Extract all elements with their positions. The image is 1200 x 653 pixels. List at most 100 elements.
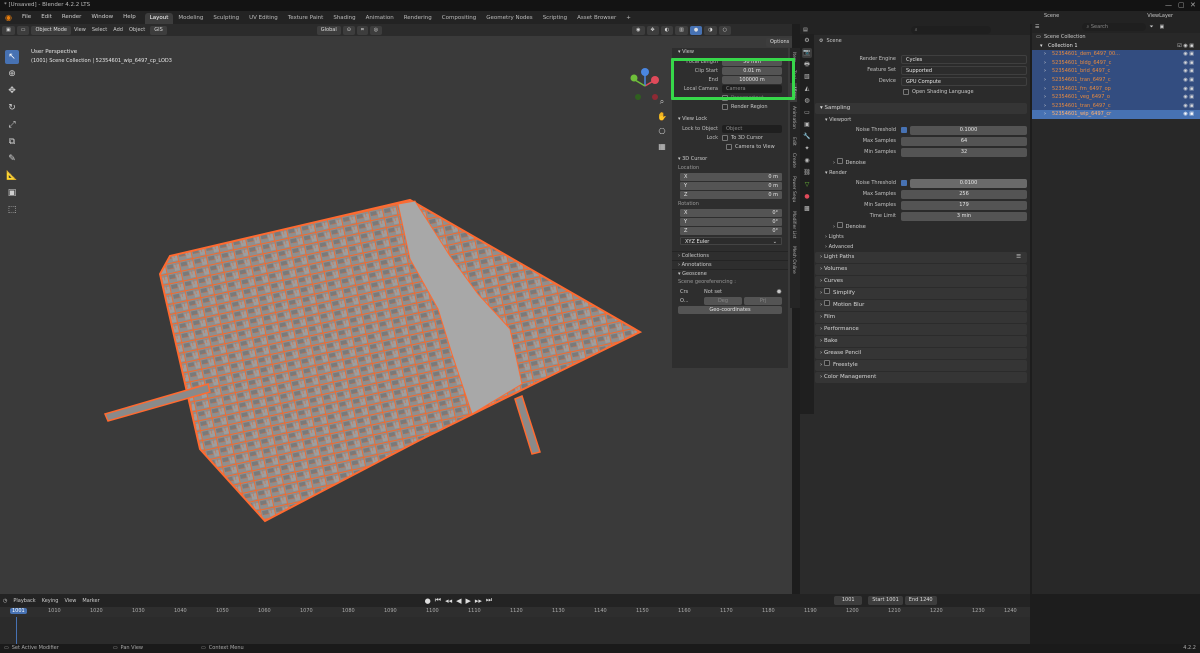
menu-help[interactable]: Help xyxy=(118,11,141,24)
cursor-location-x-field[interactable]: X0 m xyxy=(680,173,782,181)
play-icon[interactable]: ▶ xyxy=(464,597,473,605)
data-tab-icon[interactable]: ▽ xyxy=(802,180,812,190)
add-workspace-button[interactable]: + xyxy=(621,13,636,24)
geoscene-settings-icon[interactable]: ✹ xyxy=(776,288,782,296)
lights-subpanel[interactable]: › Lights xyxy=(815,232,1027,242)
output-tab-icon[interactable]: 🖶 xyxy=(802,60,812,70)
object-tab-icon[interactable]: ▣ xyxy=(802,120,812,130)
curves-panel[interactable]: › Curves xyxy=(815,276,1027,287)
device-dropdown[interactable]: GPU Compute xyxy=(901,76,1027,86)
properties-search-input[interactable]: ⌕ xyxy=(910,25,991,34)
collection-row[interactable]: ▾ Collection 1 ☑ ◉ ▣ xyxy=(1032,42,1200,51)
camera-view-icon[interactable]: ⎔ xyxy=(655,126,669,138)
outliner-search-input[interactable]: ⌕ Search xyxy=(1082,23,1147,31)
physics-tab-icon[interactable]: ◉ xyxy=(802,156,812,166)
cursor-location-z-field[interactable]: Z0 m xyxy=(680,191,782,199)
play-reverse-icon[interactable]: ◀ xyxy=(454,597,463,605)
outliner-object-row[interactable]: › 52354601_tran_6497_c ◉ ▣ xyxy=(1032,101,1200,111)
sampling-panel-header[interactable]: ▾ Sampling xyxy=(815,103,1027,114)
tool-tab-icon[interactable]: ⚙ xyxy=(802,36,812,46)
constraints-tab-icon[interactable]: ⛓ xyxy=(802,168,812,178)
menu-window[interactable]: Window xyxy=(86,11,118,24)
grease-pencil-panel[interactable]: › Grease Pencil xyxy=(815,348,1027,359)
jump-end-icon[interactable]: ⏭ xyxy=(484,596,494,605)
menu-marker[interactable]: Marker xyxy=(79,595,102,607)
menu-playback[interactable]: Playback xyxy=(10,595,38,607)
viewport-subpanel-header[interactable]: ▾ Viewport xyxy=(815,115,1027,125)
feature-set-dropdown[interactable]: Supported xyxy=(901,65,1027,75)
sidebar-tab-edit[interactable]: Edit xyxy=(790,133,797,150)
current-frame-field[interactable]: 1001 xyxy=(834,596,863,605)
sidebar-tab-power-sequ[interactable]: Power Sequ xyxy=(790,172,797,206)
outliner-object-row[interactable]: › 52354601_veg_6497_o ◉ ▣ xyxy=(1032,93,1200,102)
world-tab-icon[interactable]: ◍ xyxy=(802,96,812,106)
viewport-noise-checkbox[interactable] xyxy=(901,127,907,133)
render-tab-icon[interactable]: 📷 xyxy=(802,48,812,58)
pan-hand-icon[interactable]: ✋ xyxy=(655,111,669,123)
ortho-grid-icon[interactable]: ▦ xyxy=(655,141,669,153)
outliner-object-row[interactable]: › 52354601_brid_6497_c ◉ ▣ xyxy=(1032,67,1200,76)
viewlayer-selector[interactable]: ViewLayer xyxy=(1147,13,1173,19)
annotations-header[interactable]: › Annotations xyxy=(672,260,788,269)
outliner-object-row[interactable]: › 52354601_bldg_6497_c ◉ ▣ xyxy=(1032,58,1200,68)
advanced-subpanel[interactable]: › Advanced xyxy=(815,242,1027,252)
camera-to-view-checkbox[interactable] xyxy=(726,143,732,150)
tab-modeling[interactable]: Modeling xyxy=(173,13,208,24)
performance-panel[interactable]: › Performance xyxy=(815,324,1027,335)
tab-layout[interactable]: Layout xyxy=(144,13,174,24)
menu-keying[interactable]: Keying xyxy=(39,595,62,607)
modifier-tab-icon[interactable]: 🔧 xyxy=(802,132,812,142)
tab-scripting[interactable]: Scripting xyxy=(538,13,572,24)
filter-icon[interactable]: ⏷ xyxy=(1146,21,1156,33)
tab-rendering[interactable]: Rendering xyxy=(399,13,437,24)
collections-header[interactable]: › Collections xyxy=(672,251,788,260)
sidebar-tab-animation[interactable]: Animation xyxy=(790,102,797,133)
render-noise-checkbox[interactable] xyxy=(901,180,907,186)
new-collection-icon[interactable]: ▣ xyxy=(1157,21,1168,33)
tab-uv-editing[interactable]: UV Editing xyxy=(244,13,283,24)
outliner-object-row[interactable]: › 52354601_dem_6497_00... ◉ ▣ xyxy=(1032,50,1200,59)
start-frame-field[interactable]: Start 1001 xyxy=(868,596,903,605)
outliner-editor-icon[interactable]: ☰ xyxy=(1032,21,1042,33)
freestyle-panel[interactable]: › Freestyle xyxy=(815,360,1027,371)
view-lock-header[interactable]: ▾ View Lock xyxy=(672,115,788,124)
outliner-active-object-row[interactable]: › 52354601_wip_6497_cr ◉ ▣ xyxy=(1032,110,1200,119)
sidebar-tab-modifier-list[interactable]: Modifier List xyxy=(790,207,797,243)
light-paths-panel[interactable]: › Light Paths ☰ xyxy=(815,252,1027,263)
to-3d-cursor-checkbox[interactable] xyxy=(722,134,728,141)
tab-geometry-nodes[interactable]: Geometry Nodes xyxy=(481,13,537,24)
render-noise-field[interactable]: 0.0100 xyxy=(910,178,1027,188)
prev-keyframe-icon[interactable]: ◂◂ xyxy=(443,597,454,605)
volumes-panel[interactable]: › Volumes xyxy=(815,264,1027,275)
tab-asset-browser[interactable]: Asset Browser xyxy=(572,13,621,24)
geo-coordinates-button[interactable]: Geo-coordinates xyxy=(678,305,782,314)
tab-sculpting[interactable]: Sculpting xyxy=(208,13,244,24)
jump-start-icon[interactable]: ⏮ xyxy=(433,596,443,605)
osl-checkbox[interactable] xyxy=(903,89,909,95)
timeline-editor-icon[interactable]: ◷ xyxy=(0,595,10,607)
timeline-ruler[interactable]: 1001 1010 1020 1030 1040 1050 1060 1070 … xyxy=(0,607,1030,617)
blender-logo-icon[interactable]: ◉ xyxy=(0,11,17,24)
collection-tab-icon[interactable]: ▭ xyxy=(802,108,812,118)
tab-compositing[interactable]: Compositing xyxy=(437,13,481,24)
deg-button[interactable]: Deg xyxy=(704,296,742,305)
view-layer-tab-icon[interactable]: ▧ xyxy=(802,72,812,82)
rotation-mode-dropdown[interactable]: XYZ Euler ⌄ xyxy=(680,237,782,245)
viewport-max-samples-field[interactable]: 64 xyxy=(901,136,1027,146)
view-panel-header[interactable]: ▾ View xyxy=(672,48,788,57)
next-keyframe-icon[interactable]: ▸▸ xyxy=(473,597,484,605)
record-icon[interactable]: ● xyxy=(423,597,433,605)
scene-tab-icon[interactable]: ◭ xyxy=(802,84,812,94)
render-region-checkbox[interactable] xyxy=(722,103,728,110)
tab-shading[interactable]: Shading xyxy=(328,13,360,24)
texture-tab-icon[interactable]: ▩ xyxy=(802,204,812,214)
maximize-icon[interactable]: ▢ xyxy=(1178,0,1185,11)
cursor-rotation-z-field[interactable]: Z 0° xyxy=(680,227,782,235)
prj-button[interactable]: Prj xyxy=(744,296,782,305)
scene-collection-row[interactable]: ▭ Scene Collection xyxy=(1032,33,1200,42)
cursor-rotation-x-field[interactable]: X 0° xyxy=(680,209,782,217)
menu-render[interactable]: Render xyxy=(57,11,87,24)
playhead-frame[interactable]: 1001 xyxy=(10,608,27,614)
render-max-samples-field[interactable]: 256 xyxy=(901,189,1027,199)
render-engine-dropdown[interactable]: Cycles xyxy=(901,54,1027,64)
